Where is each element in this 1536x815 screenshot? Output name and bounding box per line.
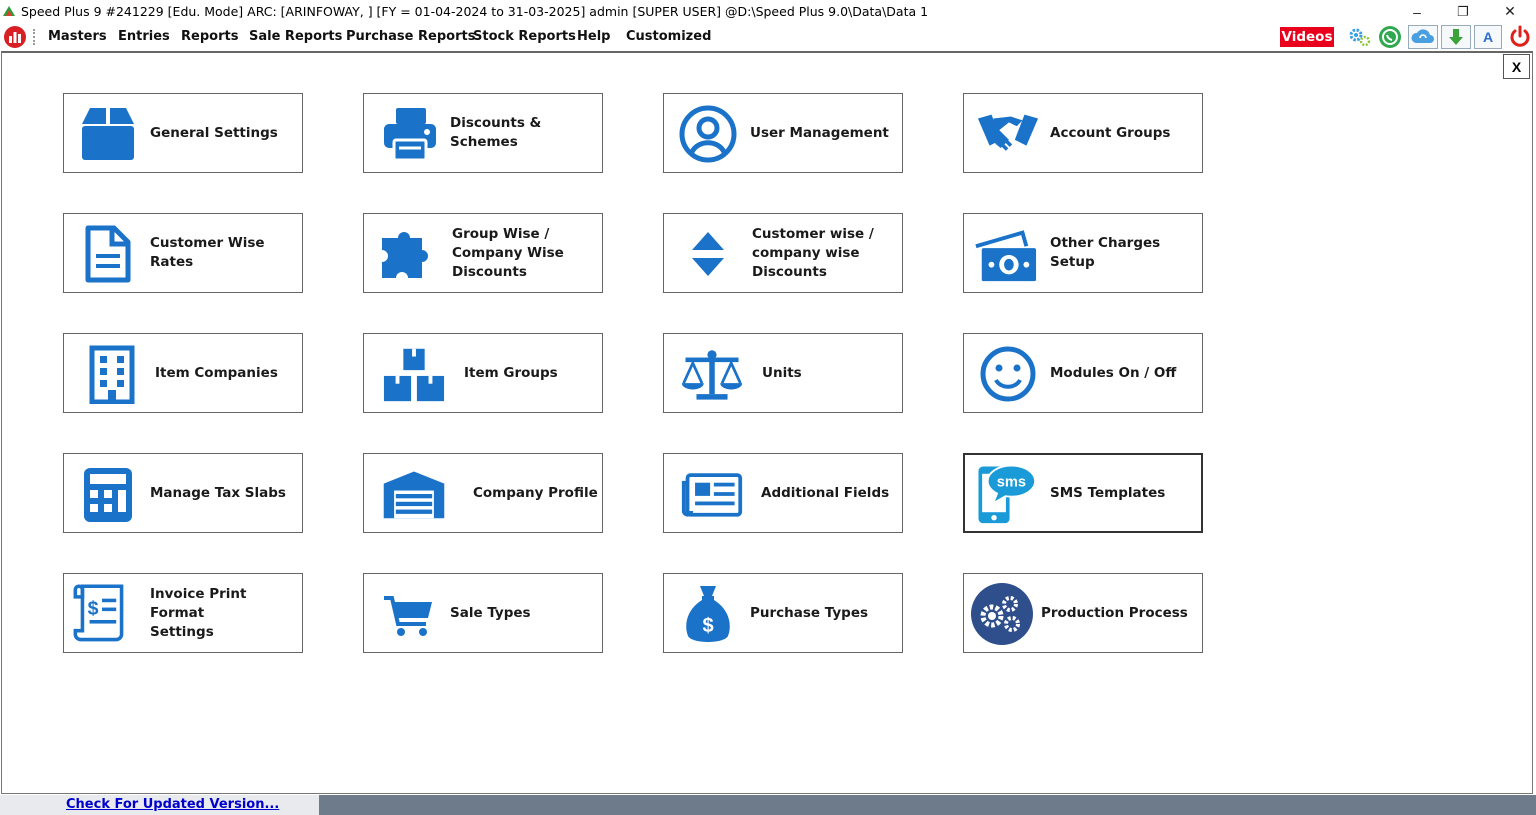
tile-label: Production Process [1041, 604, 1188, 621]
tile-label: Customer Wise Rates [150, 235, 265, 270]
tile-manage-tax-slabs[interactable]: Manage Tax Slabs [63, 453, 303, 533]
boxes-icon [382, 342, 446, 406]
tile-item-companies[interactable]: Item Companies [63, 333, 303, 413]
check-update-link[interactable]: Check For Updated Version... [66, 797, 279, 812]
tile-label: Invoice Print Format Settings [150, 585, 247, 640]
document-icon [76, 222, 140, 286]
menu-purchase-reports[interactable]: Purchase Reports [346, 29, 475, 44]
invoice-scroll-icon: $ [70, 580, 134, 644]
building-icon [80, 342, 144, 406]
menu-entries[interactable]: Entries [118, 29, 170, 44]
tile-account-groups[interactable]: Account Groups [963, 93, 1203, 173]
tile-label: Units [762, 364, 802, 381]
tile-sale-types[interactable]: Sale Types [363, 573, 603, 653]
tile-label: Purchase Types [750, 604, 869, 621]
power-icon[interactable] [1506, 25, 1534, 49]
status-right-pane [319, 795, 1536, 815]
tile-label: User Management [750, 124, 889, 141]
whatsapp-icon[interactable] [1376, 25, 1404, 49]
menu-reports[interactable]: Reports [181, 29, 238, 44]
menu-stock-reports[interactable]: Stock Reports [473, 29, 576, 44]
tile-label: Customer wise / company wise Discounts [752, 225, 874, 280]
svg-text:$: $ [702, 615, 713, 637]
sort-arrows-icon [676, 222, 740, 286]
tile-invoice-print-format[interactable]: $ Invoice Print Format Settings [63, 573, 303, 653]
cart-icon [376, 582, 440, 646]
tile-label: Other Charges Setup [1050, 235, 1161, 270]
tile-general-settings[interactable]: General Settings [63, 93, 303, 173]
status-left-pane: Check For Updated Version... [0, 795, 319, 815]
menu-masters[interactable]: Masters [48, 29, 107, 44]
download-arrow-icon[interactable] [1441, 25, 1471, 49]
menu-sale-reports[interactable]: Sale Reports [249, 29, 342, 44]
tile-label: SMS Templates [1050, 484, 1166, 501]
tile-other-charges-setup[interactable]: Other Charges Setup [963, 213, 1203, 293]
menu-help[interactable]: Help [577, 29, 610, 44]
settings-gears-icon[interactable] [1346, 25, 1374, 49]
tile-label: Discounts & Schemes [450, 115, 542, 150]
panel-close-button[interactable]: X [1503, 54, 1530, 79]
svg-text:$: $ [88, 598, 99, 620]
balance-scale-icon [680, 342, 744, 406]
tile-label: Company Profile [473, 484, 598, 501]
app-logo-icon[interactable] [3, 25, 27, 49]
tile-group-company-discounts[interactable]: Group Wise / Company Wise Discounts [363, 213, 603, 293]
tile-item-groups[interactable]: Item Groups [363, 333, 603, 413]
smile-icon [976, 342, 1040, 406]
tile-user-management[interactable]: User Management [663, 93, 903, 173]
handshake-icon [976, 102, 1040, 166]
puzzle-icon [378, 222, 442, 286]
gears-icon [970, 582, 1034, 646]
money-bag-icon: $ [676, 582, 740, 646]
restore-button[interactable]: ❐ [1440, 0, 1486, 23]
tile-label: Modules On / Off [1050, 364, 1177, 381]
videos-button[interactable]: Videos [1280, 27, 1334, 47]
title-bar: Speed Plus 9 #241229 [Edu. Mode] ARC: [A… [0, 0, 1536, 23]
close-window-button[interactable]: ✕ [1487, 0, 1533, 23]
tile-label: Group Wise / Company Wise Discounts [452, 225, 564, 280]
tile-label: Additional Fields [761, 484, 890, 501]
tile-label: General Settings [150, 124, 278, 141]
status-bar: Check For Updated Version... [0, 795, 1536, 815]
tile-production-process[interactable]: Production Process [963, 573, 1203, 653]
font-icon[interactable]: A [1474, 25, 1502, 49]
tile-sms-templates[interactable]: sms SMS Templates [963, 453, 1203, 533]
minimize-button[interactable]: – [1394, 0, 1440, 23]
box-icon [76, 102, 140, 166]
tile-customer-company-discounts[interactable]: Customer wise / company wise Discounts [663, 213, 903, 293]
menu-grip [33, 29, 38, 45]
window-title: Speed Plus 9 #241229 [Edu. Mode] ARC: [A… [21, 4, 929, 19]
warehouse-icon [382, 462, 446, 526]
tile-label: Item Groups [464, 364, 558, 381]
menu-customized[interactable]: Customized [626, 29, 711, 44]
calculator-icon [76, 462, 140, 526]
tile-customer-wise-rates[interactable]: Customer Wise Rates [63, 213, 303, 293]
sms-icon-text: sms [997, 475, 1026, 491]
tile-purchase-types[interactable]: $ Purchase Types [663, 573, 903, 653]
tile-label: Manage Tax Slabs [150, 484, 286, 501]
money-icon [974, 222, 1038, 286]
printer-icon [378, 102, 442, 166]
tile-discounts-schemes[interactable]: Discounts & Schemes [363, 93, 603, 173]
cloud-sync-icon[interactable] [1408, 25, 1438, 49]
newspaper-icon [680, 462, 744, 526]
tile-units[interactable]: Units [663, 333, 903, 413]
app-icon [3, 6, 15, 16]
user-circle-icon [676, 102, 740, 166]
tile-label: Account Groups [1050, 124, 1171, 141]
tile-additional-fields[interactable]: Additional Fields [663, 453, 903, 533]
tile-modules-on-off[interactable]: Modules On / Off [963, 333, 1203, 413]
tile-company-profile[interactable]: Company Profile [363, 453, 603, 533]
tile-label: Item Companies [155, 364, 278, 381]
tile-label: Sale Types [450, 604, 531, 621]
sms-phone-icon: sms [973, 461, 1037, 525]
